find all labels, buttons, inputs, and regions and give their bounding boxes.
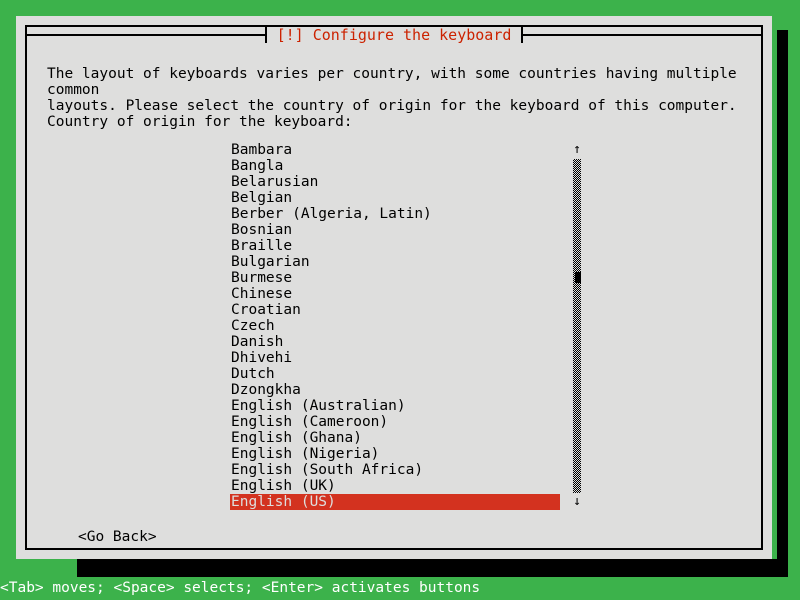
list-scrollbar[interactable]: ↑ ↓: [572, 142, 582, 510]
status-bar: <Tab> moves; <Space> selects; <Enter> ac…: [0, 577, 800, 600]
list-item[interactable]: English (Australian): [230, 398, 560, 414]
list-item[interactable]: English (US): [230, 494, 560, 510]
dialog-shadow-bottom: [77, 559, 788, 570]
list-item[interactable]: Czech: [230, 318, 560, 334]
list-item[interactable]: Dhivehi: [230, 350, 560, 366]
country-prompt-label: Country of origin for the keyboard:: [47, 114, 353, 130]
list-item[interactable]: English (Ghana): [230, 430, 560, 446]
list-item[interactable]: Dutch: [230, 366, 560, 382]
list-item[interactable]: English (Nigeria): [230, 446, 560, 462]
configure-keyboard-dialog: [!] Configure the keyboard The layout of…: [16, 16, 772, 559]
list-item[interactable]: Bangla: [230, 158, 560, 174]
list-item[interactable]: Belarusian: [230, 174, 560, 190]
dialog-shadow-right: [777, 30, 788, 570]
go-back-button[interactable]: <Go Back>: [78, 529, 157, 545]
country-list[interactable]: Bambara Bangla Belarusian Belgian Berber (Al…: [230, 142, 560, 510]
list-item[interactable]: Braille: [230, 238, 560, 254]
list-item[interactable]: Croatian: [230, 302, 560, 318]
installer-screen: [!] Configure the keyboard The layout of…: [0, 0, 800, 600]
scrollbar-thumb[interactable]: [575, 272, 581, 283]
list-item[interactable]: Danish: [230, 334, 560, 350]
list-item[interactable]: Bosnian: [230, 222, 560, 238]
scroll-up-arrow-icon[interactable]: ↑: [572, 142, 582, 158]
dialog-bottom-shadow: [77, 570, 788, 577]
scrollbar-track[interactable]: [573, 159, 581, 493]
list-item[interactable]: Bulgarian: [230, 254, 560, 270]
status-gap-right: [788, 570, 800, 577]
list-item[interactable]: Burmese: [230, 270, 560, 286]
dialog-description: The layout of keyboards varies per count…: [47, 66, 737, 114]
list-item[interactable]: Belgian: [230, 190, 560, 206]
status-gap-left: [0, 570, 77, 577]
list-item[interactable]: English (Cameroon): [230, 414, 560, 430]
list-item[interactable]: Chinese: [230, 286, 560, 302]
list-item[interactable]: Dzongkha: [230, 382, 560, 398]
list-item[interactable]: Bambara: [230, 142, 560, 158]
list-item[interactable]: English (UK): [230, 478, 560, 494]
list-item[interactable]: Berber (Algeria, Latin): [230, 206, 560, 222]
scroll-down-arrow-icon[interactable]: ↓: [572, 494, 582, 510]
list-item[interactable]: English (South Africa): [230, 462, 560, 478]
